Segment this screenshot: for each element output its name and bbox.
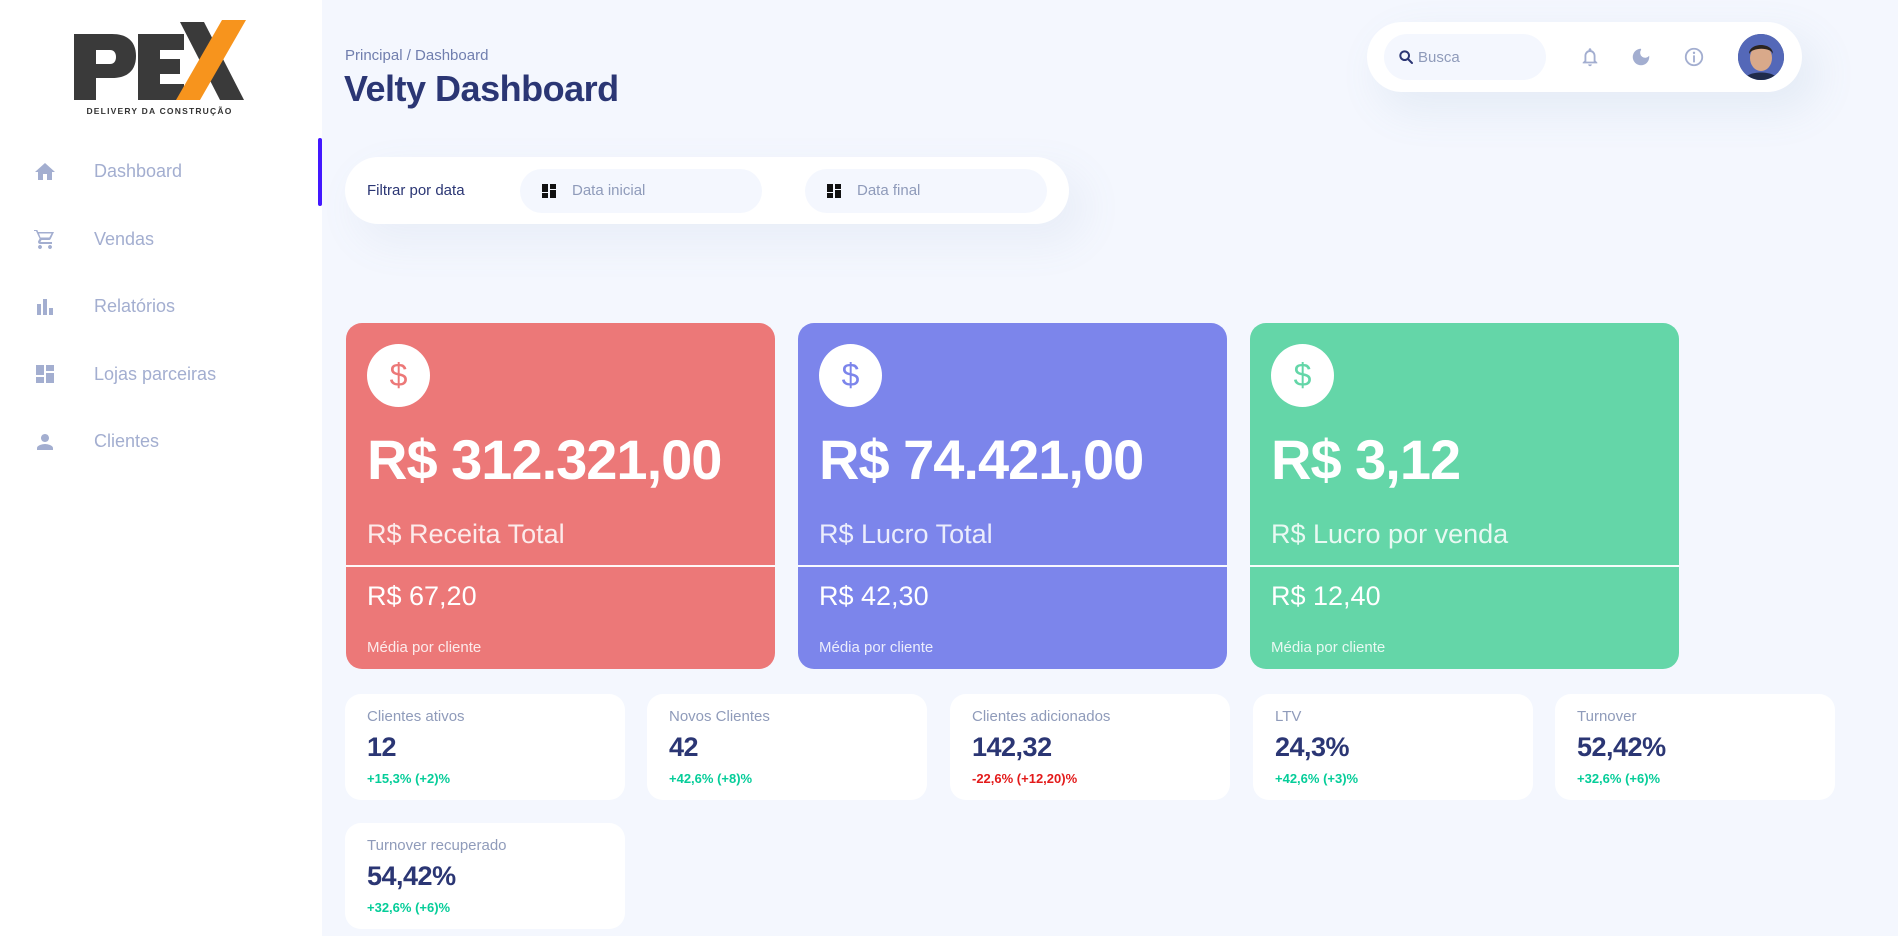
stat-card-new-clients: Novos Clientes 42 +42,6% (+8)% [647,694,927,800]
sidebar: DELIVERY DA CONSTRUÇÃO Dashboard Vendas … [0,0,322,936]
profit-per-sale-card: $ R$ 3,12 R$ Lucro por venda R$ 12,40 Mé… [1250,323,1679,669]
card-average: R$ 42,30 [819,581,929,611]
stat-card-ltv: LTV 24,3% +42,6% (+3)% [1253,694,1533,800]
stat-change: +32,6% (+6)% [367,900,451,915]
stat-label: LTV [1275,708,1302,725]
stat-change: +32,6% (+6)% [1577,771,1661,786]
sidebar-item-lojas-parceiras[interactable]: Lojas parceiras [0,341,322,409]
card-amount: R$ 312.321,00 [367,428,722,491]
sidebar-item-label: Vendas [94,228,155,249]
stat-change: +42,6% (+3)% [1275,771,1359,786]
stat-label: Clientes ativos [367,708,465,725]
card-average-label: Média por cliente [819,639,934,656]
search-box[interactable] [1384,34,1546,80]
dollar-icon: $ [367,344,430,407]
stat-card-active-clients: Clientes ativos 12 +15,3% (+2)% [345,694,625,800]
calendar-icon [827,184,841,198]
sidebar-nav: Dashboard Vendas Relatórios Lojas parcei… [0,138,322,476]
stat-value: 142,32 [972,732,1052,762]
card-average: R$ 12,40 [1271,581,1381,611]
pex-logo-icon [74,20,246,100]
start-date-placeholder: Data inicial [572,182,646,199]
stat-change: +42,6% (+8)% [669,771,753,786]
stat-label: Turnover [1577,708,1637,725]
sidebar-item-vendas[interactable]: Vendas [0,206,322,274]
profit-card: $ R$ 74.421,00 R$ Lucro Total R$ 42,30 M… [798,323,1227,669]
stat-card-added-clients: Clientes adicionados 142,32 -22,6% (+12,… [950,694,1230,800]
stat-value: 54,42% [367,861,456,891]
person-icon [37,433,53,450]
dollar-icon: $ [1271,344,1334,407]
card-amount: R$ 74.421,00 [819,428,1144,491]
end-date-placeholder: Data final [857,182,921,199]
start-date-field[interactable]: Data inicial [520,169,762,213]
card-title: R$ Receita Total [367,519,565,549]
sidebar-item-label: Relatórios [94,296,176,317]
stat-card-recovered-turnover: Turnover recuperado 54,42% +32,6% (+6)% [345,823,625,929]
user-photo-icon [1738,34,1784,80]
sidebar-item-clientes[interactable]: Clientes [0,408,322,476]
stat-change: +15,3% (+2)% [367,771,451,786]
bar-chart-icon [37,298,53,315]
top-toolbar [1367,22,1802,92]
dollar-icon: $ [819,344,882,407]
brand-tagline: DELIVERY DA CONSTRUÇÃO [86,106,233,116]
date-filter-bar: Filtrar por data Data inicial Data final [345,157,1069,224]
stat-change: -22,6% (+12,20)% [972,771,1078,786]
card-title: R$ Lucro por venda [1271,519,1509,549]
stat-value: 12 [367,732,397,762]
avatar[interactable] [1738,34,1784,80]
stat-label: Turnover recuperado [367,837,507,854]
card-divider [1250,565,1679,567]
active-indicator [318,138,322,206]
home-icon [35,162,55,180]
card-average-label: Média por cliente [367,639,482,656]
sidebar-item-relatorios[interactable]: Relatórios [0,273,322,341]
stat-value: 52,42% [1577,732,1666,762]
sidebar-item-label: Lojas parceiras [94,363,217,384]
stat-value: 24,3% [1275,732,1350,762]
calendar-icon [542,184,556,198]
moon-icon[interactable] [1630,46,1652,68]
dashboard-grid-icon [36,365,54,384]
stat-label: Clientes adicionados [972,708,1111,725]
bell-icon[interactable] [1579,46,1601,68]
card-amount: R$ 3,12 [1271,428,1461,491]
search-input[interactable] [1418,34,1538,80]
sidebar-item-dashboard[interactable]: Dashboard [0,138,322,206]
info-icon[interactable] [1683,46,1705,68]
filter-label: Filtrar por data [367,182,465,199]
page-title: Velty Dashboard [344,68,619,109]
card-title: R$ Lucro Total [819,519,993,549]
sidebar-item-label: Clientes [94,431,160,452]
card-divider [798,565,1227,567]
revenue-card: $ R$ 312.321,00 R$ Receita Total R$ 67,2… [346,323,775,669]
search-icon [1399,50,1413,64]
card-divider [346,565,775,567]
stat-label: Novos Clientes [669,708,770,725]
brand-logo[interactable]: DELIVERY DA CONSTRUÇÃO [72,20,247,120]
end-date-field[interactable]: Data final [805,169,1047,213]
card-average-label: Média por cliente [1271,639,1386,656]
stat-value: 42 [669,732,699,762]
cart-icon [34,229,54,250]
stat-card-turnover: Turnover 52,42% +32,6% (+6)% [1555,694,1835,800]
card-average: R$ 67,20 [367,581,477,611]
breadcrumb[interactable]: Principal / Dashboard [345,47,488,64]
sidebar-item-label: Dashboard [94,161,183,182]
